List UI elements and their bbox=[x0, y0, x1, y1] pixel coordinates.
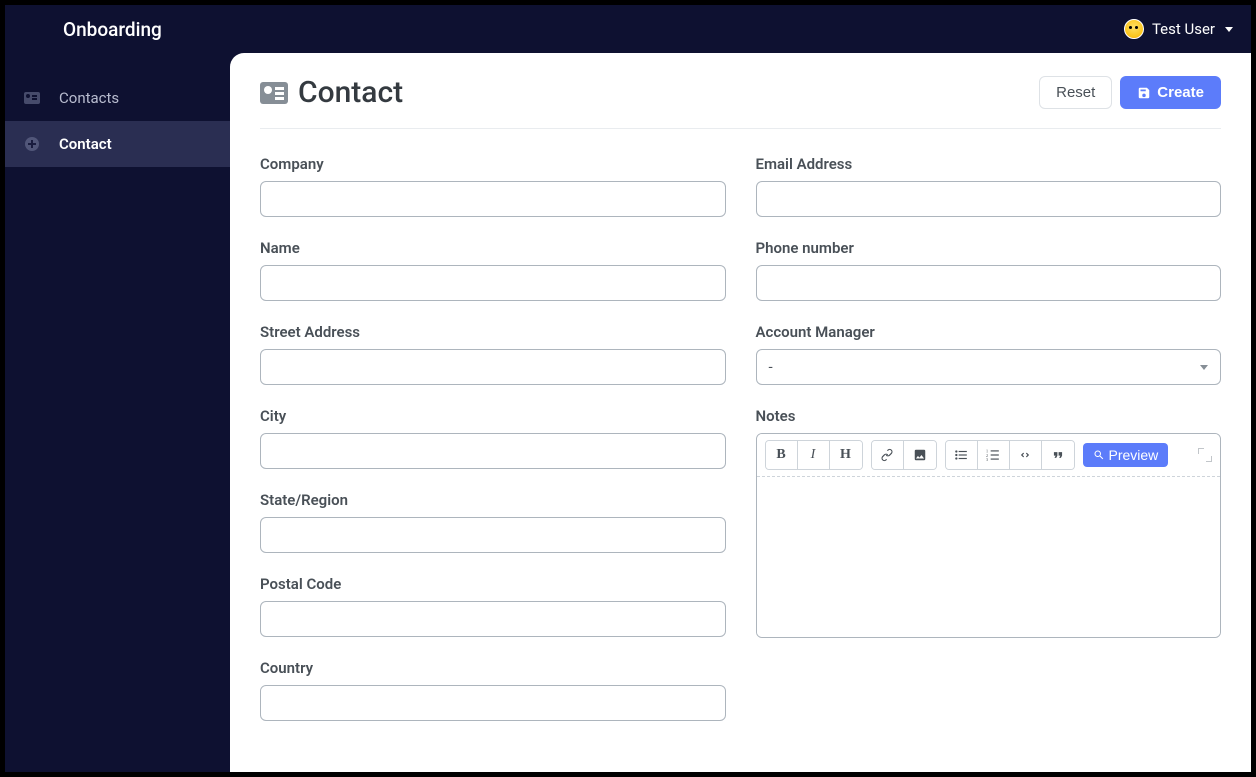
code-button[interactable] bbox=[1010, 441, 1042, 469]
input-email[interactable] bbox=[756, 181, 1222, 217]
quote-button[interactable] bbox=[1042, 441, 1074, 469]
save-icon bbox=[1137, 86, 1151, 100]
tool-group-insert bbox=[871, 440, 937, 470]
preview-button-label: Preview bbox=[1109, 447, 1159, 463]
label-company: Company bbox=[260, 155, 726, 173]
field-notes: Notes B I H bbox=[756, 407, 1222, 638]
create-button[interactable]: Create bbox=[1120, 76, 1221, 109]
avatar-icon bbox=[1124, 19, 1144, 39]
code-icon bbox=[1018, 448, 1032, 462]
select-value: - bbox=[769, 358, 773, 376]
field-email: Email Address bbox=[756, 155, 1222, 217]
sidebar: Contacts Contact bbox=[5, 53, 230, 772]
input-street[interactable] bbox=[260, 349, 726, 385]
body-row: Contacts Contact Contact Reset Create bbox=[5, 53, 1251, 772]
tool-group-text: B I H bbox=[765, 440, 863, 470]
app-root: Onboarding Test User Contacts Contact Co… bbox=[5, 5, 1251, 772]
field-street: Street Address bbox=[260, 323, 726, 385]
fullscreen-icon[interactable] bbox=[1198, 448, 1212, 462]
link-icon bbox=[880, 448, 894, 462]
input-country[interactable] bbox=[260, 685, 726, 721]
contacts-card-icon bbox=[23, 91, 41, 105]
label-email: Email Address bbox=[756, 155, 1222, 173]
form-column-right: Email Address Phone number Account Manag… bbox=[756, 155, 1222, 743]
input-company[interactable] bbox=[260, 181, 726, 217]
page-title-text: Contact bbox=[298, 75, 403, 110]
label-account-manager: Account Manager bbox=[756, 323, 1222, 341]
select-account-manager[interactable]: - bbox=[756, 349, 1222, 385]
list-ol-icon: 123 bbox=[986, 448, 1000, 462]
page-actions: Reset Create bbox=[1039, 76, 1221, 109]
label-notes: Notes bbox=[756, 407, 1222, 425]
topbar: Onboarding Test User bbox=[5, 5, 1251, 53]
field-postal: Postal Code bbox=[260, 575, 726, 637]
field-account-manager: Account Manager - bbox=[756, 323, 1222, 385]
plus-circle-icon bbox=[23, 137, 41, 151]
field-state: State/Region bbox=[260, 491, 726, 553]
field-country: Country bbox=[260, 659, 726, 721]
input-postal[interactable] bbox=[260, 601, 726, 637]
label-country: Country bbox=[260, 659, 726, 677]
image-icon bbox=[913, 448, 927, 462]
notes-editor: B I H bbox=[756, 433, 1222, 638]
svg-text:3: 3 bbox=[986, 457, 988, 462]
sidebar-item-label: Contacts bbox=[59, 89, 119, 107]
field-city: City bbox=[260, 407, 726, 469]
label-name: Name bbox=[260, 239, 726, 257]
notes-textarea[interactable] bbox=[757, 477, 1221, 637]
user-name-label: Test User bbox=[1152, 20, 1215, 38]
label-street: Street Address bbox=[260, 323, 726, 341]
reset-button[interactable]: Reset bbox=[1039, 76, 1112, 109]
field-name: Name bbox=[260, 239, 726, 301]
input-city[interactable] bbox=[260, 433, 726, 469]
link-button[interactable] bbox=[872, 441, 904, 469]
sidebar-item-label: Contact bbox=[59, 135, 112, 153]
field-company: Company bbox=[260, 155, 726, 217]
field-phone: Phone number bbox=[756, 239, 1222, 301]
editor-toolbar: B I H bbox=[757, 434, 1221, 477]
label-city: City bbox=[260, 407, 726, 425]
search-icon bbox=[1093, 449, 1105, 461]
create-button-label: Create bbox=[1157, 84, 1204, 101]
ol-button[interactable]: 123 bbox=[978, 441, 1010, 469]
sidebar-item-contact[interactable]: Contact bbox=[5, 121, 230, 167]
caret-down-icon bbox=[1225, 27, 1233, 32]
input-phone[interactable] bbox=[756, 265, 1222, 301]
label-phone: Phone number bbox=[756, 239, 1222, 257]
brand-title: Onboarding bbox=[63, 18, 162, 41]
label-state: State/Region bbox=[260, 491, 726, 509]
bold-button[interactable]: B bbox=[766, 441, 798, 469]
tool-group-list: 123 bbox=[945, 440, 1075, 470]
contact-card-icon bbox=[260, 82, 288, 104]
list-ul-icon bbox=[954, 448, 968, 462]
image-button[interactable] bbox=[904, 441, 936, 469]
page-title: Contact bbox=[260, 75, 403, 110]
preview-button[interactable]: Preview bbox=[1083, 443, 1169, 467]
input-state[interactable] bbox=[260, 517, 726, 553]
user-menu[interactable]: Test User bbox=[1124, 19, 1233, 39]
caret-down-icon bbox=[1200, 365, 1208, 370]
ul-button[interactable] bbox=[946, 441, 978, 469]
main-panel: Contact Reset Create Company bbox=[230, 53, 1251, 772]
sidebar-item-contacts[interactable]: Contacts bbox=[5, 75, 230, 121]
label-postal: Postal Code bbox=[260, 575, 726, 593]
input-name[interactable] bbox=[260, 265, 726, 301]
quote-icon bbox=[1051, 448, 1065, 462]
form-column-left: Company Name Street Address City bbox=[260, 155, 726, 743]
italic-button[interactable]: I bbox=[798, 441, 830, 469]
page-header: Contact Reset Create bbox=[260, 75, 1221, 129]
heading-button[interactable]: H bbox=[830, 441, 862, 469]
form-grid: Company Name Street Address City bbox=[260, 155, 1221, 743]
